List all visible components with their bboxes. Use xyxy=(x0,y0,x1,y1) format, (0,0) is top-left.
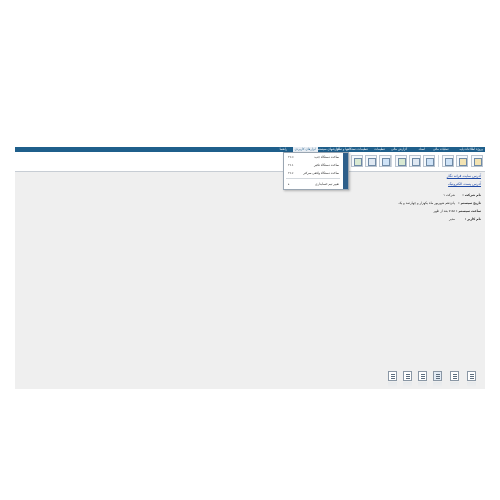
submenu-item-label: ساخت دستگاه جدید xyxy=(314,155,339,159)
icon-reflection xyxy=(388,382,397,387)
submenu-strip xyxy=(343,153,348,189)
import-icon[interactable] xyxy=(388,371,397,381)
chart-icon[interactable] xyxy=(395,155,407,167)
system-time-value: ۷:۵۸ بعد از ظهر xyxy=(433,209,455,213)
icon-reflection xyxy=(433,382,442,387)
app-window: پروژه اطلاعات پایه عملیات مالی اسناد گزا… xyxy=(15,147,485,389)
system-date-label: تاریخ سیستم : xyxy=(458,201,481,205)
company-label: نام شرکت : xyxy=(462,193,481,197)
submenu-item-shortcut: F11 xyxy=(288,163,294,167)
options-icon[interactable] xyxy=(351,155,363,167)
system-date-value: پانزدهم شهریور ماه یکهزار و چهارصد و یک xyxy=(398,201,455,205)
report-list-icon[interactable] xyxy=(450,371,459,381)
list-icon[interactable] xyxy=(423,155,435,167)
system-time-label: ساعت سیستم : xyxy=(456,209,481,213)
submenu-item-change-team[interactable]: تغییر تیم حسابداری ▸ xyxy=(284,180,342,188)
icon-reflection xyxy=(450,382,459,387)
toolbar xyxy=(15,152,485,172)
submenu-item-real-device[interactable]: ساخت دستگاه واقعی سرکتر F12 xyxy=(284,169,342,177)
submenu-arrow-icon: ▸ xyxy=(288,182,290,186)
submenu-item-label: ساخت دستگاه واقعی سرکتر xyxy=(303,171,339,175)
email-link[interactable]: آدرس پست الکترونیک xyxy=(448,182,481,186)
submenu-item-shortcut: F10 xyxy=(288,155,294,159)
tools-submenu: ساخت دستگاه جدید F10 ساخت دستگاه تکثیر F… xyxy=(283,152,349,190)
submenu-item-label: ساخت دستگاه تکثیر xyxy=(314,163,339,167)
submenu-item-new-device[interactable]: ساخت دستگاه جدید F10 xyxy=(284,153,342,161)
report-icon[interactable] xyxy=(409,155,421,167)
toolbar-divider xyxy=(438,155,439,167)
calculator-icon[interactable] xyxy=(442,155,454,167)
grid-icon[interactable] xyxy=(418,371,427,381)
calendar-icon[interactable] xyxy=(467,371,476,381)
website-link[interactable]: آدرس سایت فرانه نگار xyxy=(447,174,481,178)
icon-reflection xyxy=(467,382,476,387)
user-name-label: نام کاربر : xyxy=(464,217,481,221)
bottom-toolbar xyxy=(384,371,480,389)
company-value: شرکت ۱ xyxy=(443,193,455,197)
table-icon[interactable] xyxy=(433,371,442,381)
icon-reflection xyxy=(418,382,427,387)
submenu-item-copy-device[interactable]: ساخت دستگاه تکثیر F11 xyxy=(284,161,342,169)
submenu-divider xyxy=(286,178,340,179)
cut-icon[interactable] xyxy=(379,155,391,167)
icon-reflection xyxy=(403,382,412,387)
toolbar-divider xyxy=(391,155,392,167)
export-icon[interactable] xyxy=(403,371,412,381)
user-name-value: مدیر xyxy=(448,217,455,221)
exit-icon[interactable] xyxy=(471,155,483,167)
new-document-icon[interactable] xyxy=(365,155,377,167)
submenu-item-shortcut: F12 xyxy=(288,171,294,175)
users-icon[interactable] xyxy=(456,155,468,167)
submenu-item-label: تغییر تیم حسابداری xyxy=(315,182,339,186)
